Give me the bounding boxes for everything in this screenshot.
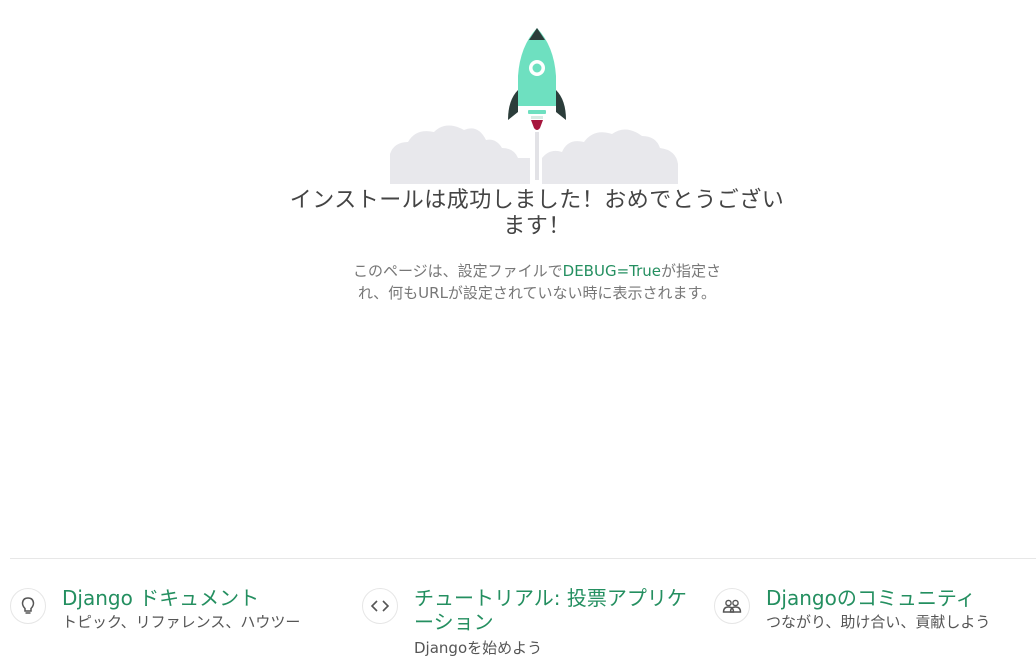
rocket-illustration (390, 24, 682, 186)
tutorial-link-line1: チュートリアル: 投票アプリケ (414, 586, 687, 610)
community-link[interactable]: Djangoのコミュニティ (766, 586, 976, 610)
community-icon (714, 588, 750, 624)
page-title-line2: ます！ (503, 214, 571, 239)
install-success-page: インストールは成功しました！おめでとうござい ます！ このページは、設定ファイル… (0, 0, 1036, 672)
footer-divider (10, 558, 1036, 559)
tutorial-link-description: Djangoを始めよう (414, 639, 543, 657)
community-link-description: つながり、助け合い、貢献しよう (766, 613, 991, 631)
tutorial-link-card[interactable]: チュートリアル: 投票アプリケ ーション Djangoを始めよう (362, 584, 702, 664)
tutorial-link-line2: ーション (414, 610, 494, 634)
page-title: インストールは成功しました！おめでとうござい ます！ (258, 188, 816, 240)
cloud-graphic (390, 125, 678, 184)
lightbulb-icon (10, 588, 46, 624)
subtitle-text-part1: このページは、設定ファイルで (352, 262, 563, 280)
docs-link[interactable]: Django ドキュメント (62, 586, 259, 610)
debug-setting-code: DEBUG=True (562, 262, 662, 280)
rocket-icon (390, 28, 678, 184)
page-title-line1: インストールは成功しました！おめでとうござい (289, 188, 785, 213)
tutorial-link[interactable]: チュートリアル: 投票アプリケ ーション (414, 586, 704, 634)
community-link-card[interactable]: Djangoのコミュニティ つながり、助け合い、貢献しよう (714, 584, 1034, 664)
subtitle-text-line2: れ、何もURLが設定されていない時に表示されます。 (358, 284, 716, 302)
page-subtitle: このページは、設定ファイルでDEBUG=Trueが指定さ れ、何もURLが設定さ… (318, 260, 756, 304)
docs-link-card[interactable]: Django ドキュメント トピック、リファレンス、ハウツー (10, 584, 340, 664)
docs-link-description: トピック、リファレンス、ハウツー (62, 613, 301, 631)
code-icon (362, 588, 398, 624)
subtitle-text-part2: が指定さ (661, 262, 722, 280)
